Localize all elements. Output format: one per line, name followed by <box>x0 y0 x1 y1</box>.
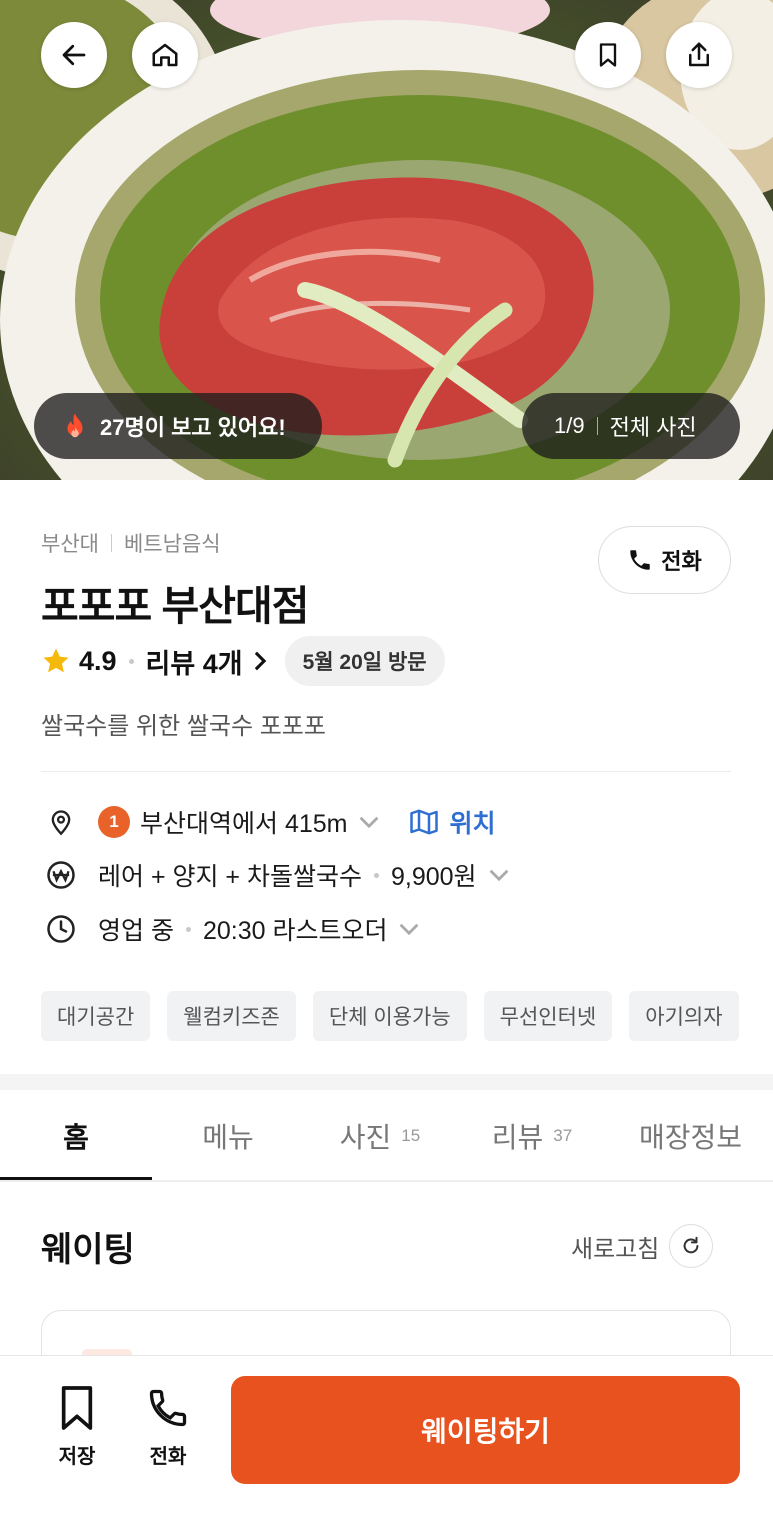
station-line-badge: 1 <box>98 806 130 838</box>
phone-icon <box>149 1389 187 1427</box>
location-row[interactable]: 1 부산대역에서 415m 위치 <box>44 802 496 842</box>
bottom-action-bar: 저장 전화 웨이팅하기 <box>0 1355 773 1513</box>
area-label[interactable]: 부산대 <box>41 528 99 558</box>
location-pin-icon <box>51 810 71 836</box>
rating-score: 4.9 <box>79 645 117 676</box>
all-photos-label: 전체 사진 <box>609 415 697 440</box>
amenity-tags[interactable]: 대기공간 웰컴키즈존 단체 이용가능 무선인터넷 아기의자 <box>41 991 756 1041</box>
back-button[interactable] <box>41 22 107 88</box>
call-button[interactable]: 전화 <box>598 526 731 594</box>
viewers-text: 27명이 보고 있어요! <box>100 415 286 440</box>
chevron-right-icon <box>254 651 266 671</box>
signature-menu: 레어 + 양지 + 차돌쌀국수 <box>98 863 362 891</box>
dot-separator <box>128 658 134 664</box>
store-description: 쌀국수를 위한 쌀국수 포포포 <box>41 713 326 740</box>
share-button[interactable] <box>666 22 732 88</box>
dot-separator <box>373 872 379 878</box>
active-tab-indicator <box>0 1177 152 1180</box>
refresh-icon <box>683 1236 699 1254</box>
tab-label: 메뉴 <box>202 1122 254 1153</box>
phone-icon <box>630 550 650 570</box>
chevron-down-icon <box>360 816 379 829</box>
chevron-down-icon <box>489 869 508 882</box>
refresh-label: 새로고침 <box>571 1235 660 1263</box>
call-bottom-button[interactable]: 전화 <box>133 1384 203 1469</box>
tab-bar: 홈 메뉴 사진 15 리뷰 37 매장정보 <box>0 1090 773 1182</box>
tab-home[interactable]: 홈 <box>0 1090 152 1182</box>
tab-photos[interactable]: 사진 15 <box>304 1090 456 1182</box>
amenity-tag: 아기의자 <box>629 991 739 1041</box>
bookmark-icon <box>61 1386 93 1430</box>
amenity-tag: 무선인터넷 <box>483 991 613 1041</box>
photo-counter: 1/9 <box>554 413 585 438</box>
bookmark-icon <box>599 43 617 67</box>
tab-menu[interactable]: 메뉴 <box>152 1090 304 1182</box>
open-status: 영업 중 <box>98 917 174 945</box>
menu-price: 9,900원 <box>390 863 477 891</box>
breadcrumb: 부산대 베트남음식 <box>41 528 221 558</box>
category-label[interactable]: 베트남음식 <box>124 528 221 558</box>
map-link[interactable]: 위치 <box>409 804 496 840</box>
chevron-down-icon <box>400 923 419 936</box>
tab-label: 리뷰 <box>491 1122 544 1153</box>
rating-row: 4.9 리뷰 4개 5월 20일 방문 <box>41 636 445 686</box>
tab-label: 매장정보 <box>638 1122 743 1153</box>
menu-price-row[interactable]: 레어 + 양지 + 차돌쌀국수 9,900원 <box>44 855 511 895</box>
all-photos-button[interactable]: 1/9 전체 사진 <box>522 393 740 459</box>
hours-row[interactable]: 영업 중 20:30 라스트오더 <box>44 909 421 949</box>
waiting-cta-label: 웨이팅하기 <box>421 1416 550 1447</box>
arrow-left-icon <box>62 44 86 66</box>
won-icon <box>47 861 75 889</box>
map-link-label: 위치 <box>449 810 496 838</box>
clock-icon <box>47 915 75 943</box>
section-divider <box>41 771 731 772</box>
tab-store-info[interactable]: 매장정보 <box>608 1090 773 1182</box>
map-icon <box>410 809 439 835</box>
bookmark-button[interactable] <box>575 22 641 88</box>
home-icon <box>152 43 178 67</box>
share-icon <box>689 42 709 67</box>
save-label: 저장 <box>58 1446 96 1468</box>
last-order: 20:30 라스트오더 <box>202 917 388 945</box>
tab-count: 37 <box>553 1126 573 1145</box>
tab-label: 사진 <box>339 1122 392 1153</box>
amenity-tag: 대기공간 <box>41 991 151 1041</box>
divider <box>596 417 598 435</box>
dot-separator <box>185 926 191 932</box>
divider <box>110 534 112 552</box>
amenity-tag: 단체 이용가능 <box>312 991 467 1041</box>
save-button[interactable]: 저장 <box>42 1384 112 1469</box>
call-label: 전화 <box>661 549 702 574</box>
reviews-link[interactable]: 리뷰 4개 <box>146 642 243 681</box>
hero-photo[interactable]: 27명이 보고 있어요! 1/9 전체 사진 <box>0 0 773 480</box>
tab-count: 15 <box>401 1126 421 1145</box>
home-button[interactable] <box>132 22 198 88</box>
viewers-badge: 27명이 보고 있어요! <box>34 393 322 459</box>
waiting-cta-button[interactable]: 웨이팅하기 <box>231 1376 740 1484</box>
store-name: 포포포 부산대점 <box>41 583 309 629</box>
section-gap <box>0 1074 773 1090</box>
distance-text: 부산대역에서 415m <box>140 810 348 838</box>
tab-label: 홈 <box>63 1122 89 1153</box>
refresh-button[interactable]: 새로고침 <box>571 1224 714 1268</box>
fire-icon <box>67 413 83 438</box>
call-label: 전화 <box>149 1446 187 1468</box>
visit-chip: 5월 20일 방문 <box>284 636 445 686</box>
waiting-section-title: 웨이팅 <box>41 1231 135 1269</box>
amenity-tag: 웰컴키즈존 <box>167 991 296 1041</box>
star-icon <box>43 648 69 673</box>
tab-reviews[interactable]: 리뷰 37 <box>456 1090 608 1182</box>
